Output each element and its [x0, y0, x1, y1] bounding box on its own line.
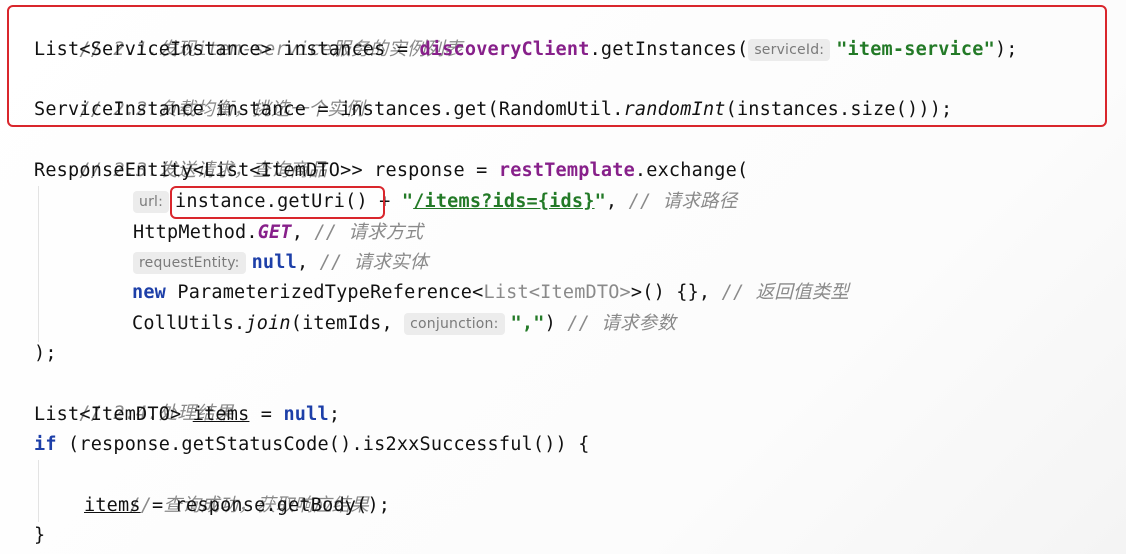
static-method-call: randomInt — [623, 99, 726, 120]
parameter-hint: serviceId: — [748, 39, 831, 61]
code-line: List<ServiceInstance> instances = discov… — [34, 35, 1018, 65]
code-text: CollUtils. — [132, 313, 246, 334]
code-comment: // 请求方式 — [314, 222, 424, 243]
code-line: url: instance.getUri() + "/items?ids={ids… — [133, 187, 737, 217]
code-text: ) — [544, 313, 568, 334]
code-text: ); — [34, 343, 57, 364]
code-line: // 查询成功，获取响应结果 — [84, 461, 369, 516]
code-line: // 2.1.发现item-service服务的实例列表 — [34, 5, 463, 60]
code-text: (itemIds, — [290, 313, 405, 334]
code-text: List<ItemDTO> — [34, 404, 193, 425]
parameter-hint: url: — [133, 191, 170, 213]
code-text: ); — [994, 39, 1018, 60]
code-line: requestEntity: null, // 请求实体 — [133, 248, 428, 278]
code-text: .getInstances( — [589, 39, 749, 60]
code-line: // 2.4.处理结果 — [34, 369, 234, 424]
code-line: if (response.getStatusCode().is2xxSucces… — [34, 430, 590, 460]
variable-reference: items — [84, 495, 141, 516]
code-line: HttpMethod.GET, // 请求方式 — [133, 218, 423, 248]
code-text: HttpMethod. — [133, 222, 258, 243]
code-comment: // 返回值类型 — [721, 282, 850, 303]
indent-guide — [38, 460, 39, 522]
code-line: new ParameterizedTypeReference<List<Item… — [132, 278, 849, 308]
code-line: } — [34, 521, 45, 551]
code-text: instance.getUri() — [175, 191, 368, 212]
inferred-type: List<ItemDTO> — [483, 282, 631, 303]
code-text: ResponseEntity<List<ItemDTO>> response = — [34, 160, 499, 181]
code-text: ; — [328, 404, 341, 425]
code-text: , — [291, 222, 315, 243]
enum-constant: GET — [257, 222, 292, 243]
code-text: + — [367, 191, 402, 212]
code-text: List<ServiceInstance> instances = — [34, 39, 420, 60]
code-line: // 2.2.负载均衡，挑选一个实例 — [34, 65, 364, 120]
code-text: (response.getStatusCode().is2xxSuccessfu… — [56, 434, 590, 455]
code-text: , — [605, 191, 629, 212]
static-method-call: join — [245, 313, 291, 334]
code-text: (instances.size())); — [725, 99, 953, 120]
code-line: List<ItemDTO> items = null; — [34, 400, 340, 430]
code-comment: // 请求路径 — [628, 191, 738, 212]
code-text: ServiceInstance instance = instances.get… — [34, 99, 624, 120]
string-literal: "," — [510, 313, 545, 334]
keyword: null — [251, 252, 297, 273]
code-comment: // 请求参数 — [567, 313, 677, 334]
code-line: items = response.getBody(); — [84, 491, 390, 521]
code-text: >() {}, — [630, 282, 722, 303]
parameter-hint: conjunction: — [404, 313, 505, 335]
parameter-hint: requestEntity: — [133, 252, 246, 274]
code-editor[interactable]: // 2.1.发现item-service服务的实例列表 List<Servic… — [0, 0, 1126, 554]
code-line: CollUtils.join(itemIds, conjunction: ",")… — [132, 309, 676, 339]
string-quote: " — [594, 191, 606, 212]
code-text: = — [249, 404, 284, 425]
code-line: // 2.3.发送请求，查询商品 — [34, 126, 327, 181]
code-text: } — [34, 525, 46, 546]
code-text: = response.getBody(); — [140, 495, 391, 516]
code-line: ); — [34, 339, 57, 369]
string-literal: "item-service" — [836, 39, 995, 60]
keyword: new — [132, 282, 167, 303]
code-comment: // 请求实体 — [319, 252, 429, 273]
keyword: if — [34, 434, 57, 455]
variable-reference: items — [192, 404, 250, 425]
keyword: null — [283, 404, 329, 425]
field-reference: restTemplate — [498, 160, 635, 181]
code-line: ServiceInstance instance = instances.get… — [34, 95, 952, 125]
string-quote: " — [401, 191, 414, 212]
code-text: .exchange( — [634, 160, 749, 181]
field-reference: discoveryClient — [419, 39, 590, 60]
url-string-literal[interactable]: /items?ids={ids} — [413, 191, 594, 212]
code-line: ResponseEntity<List<ItemDTO>> response =… — [34, 156, 748, 186]
code-text: ParameterizedTypeReference< — [166, 282, 484, 303]
code-text: , — [296, 252, 320, 273]
